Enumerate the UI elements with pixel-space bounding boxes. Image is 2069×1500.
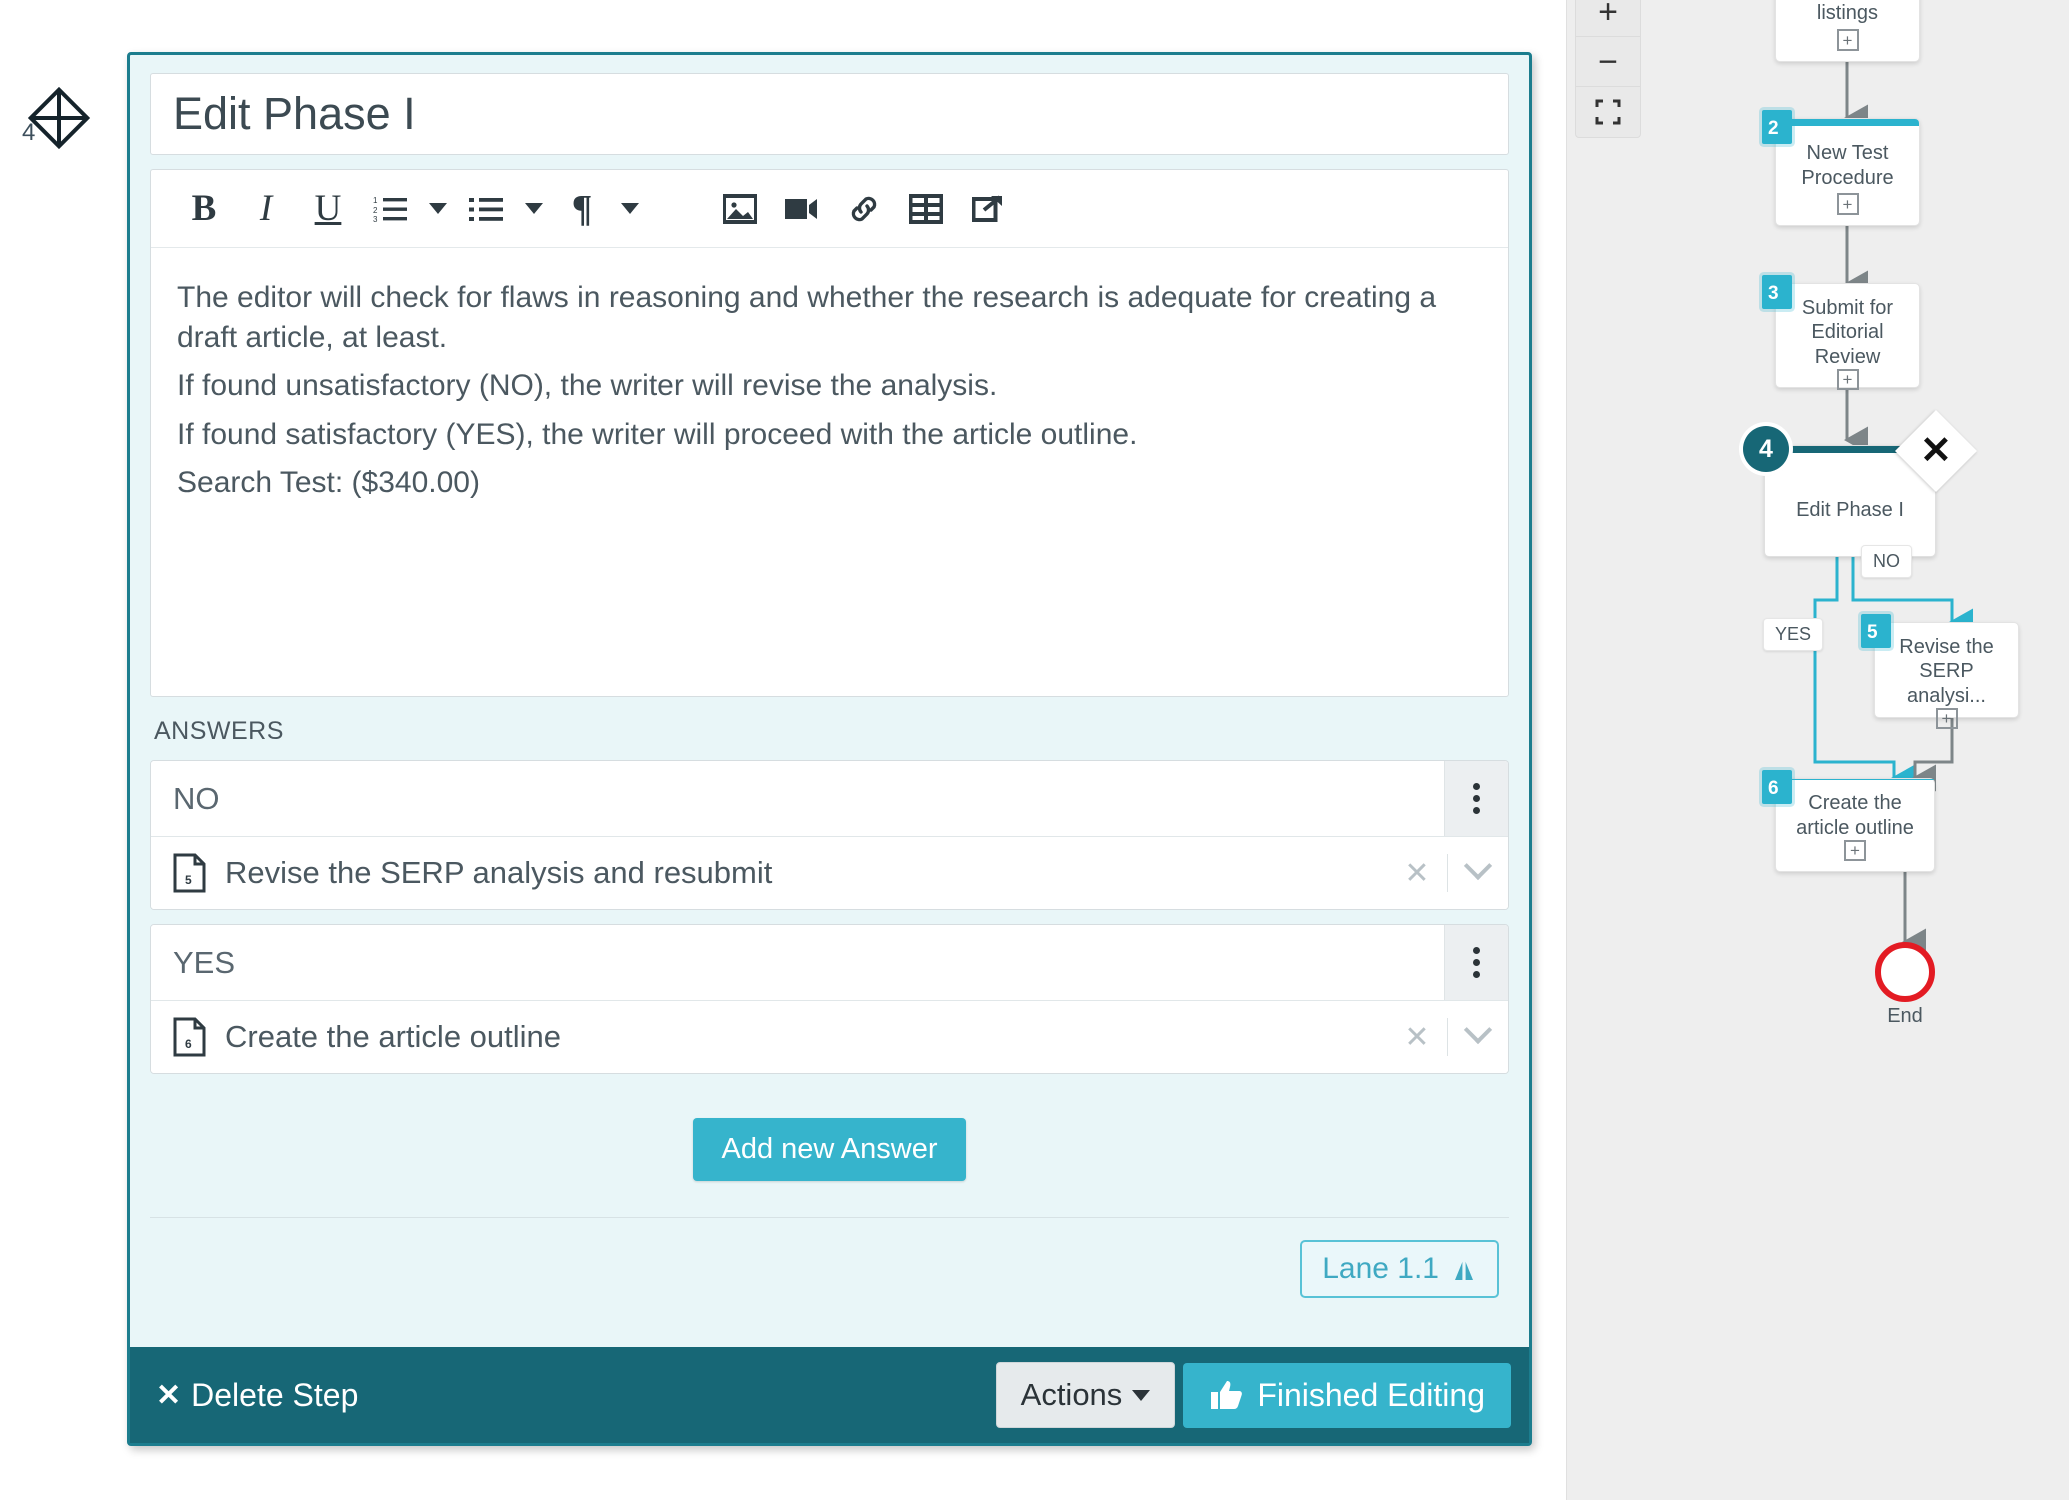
end-label: End <box>1887 1005 1923 1027</box>
step-edit-body: Edit Phase I B I U 1 2 3 ¶ The editor wi… <box>130 55 1529 1347</box>
plus-box-icon[interactable]: + <box>1836 29 1859 51</box>
flow-node-edit-phase-i[interactable]: 4 Edit Phase I ✕ <box>1743 409 1978 557</box>
lane-badge[interactable]: Lane 1.1 <box>1300 1240 1499 1298</box>
underline-icon[interactable]: U <box>297 179 359 239</box>
chevron-down-icon[interactable] <box>1448 1015 1508 1047</box>
flow-node-new-test-procedure[interactable]: 2 New Test Procedure + <box>1762 110 1920 226</box>
node-title: Edit Phase I <box>1796 499 1904 522</box>
ordered-list-caret-down-icon[interactable] <box>421 179 455 239</box>
step-editor-area: 4 Edit Phase I B I U 1 2 3 ¶ The editor … <box>0 0 1566 1500</box>
svg-text:6: 6 <box>185 1037 192 1051</box>
answer-target-label: Create the article outline <box>225 1019 562 1054</box>
node-title: 20 SERP listings <box>1816 1 1879 24</box>
flow-node-revise-serp-analysis[interactable]: 5 Revise the SERP analysi... + <box>1861 614 2019 730</box>
finished-editing-button[interactable]: Finished Editing <box>1183 1362 1511 1428</box>
chevron-down-icon[interactable] <box>1448 851 1508 883</box>
flowchart-panel: + − listings + 2 New Test Procedure + 3 … <box>1566 0 2069 1500</box>
svg-text:3: 3 <box>373 215 378 223</box>
description-line: The editor will check for flaws in reaso… <box>177 281 1437 354</box>
svg-text:2: 2 <box>373 206 378 215</box>
node-title: Revise the SERP analysi... <box>1899 636 1994 707</box>
node-title: Submit for Editorial Review <box>1801 297 1894 368</box>
app-root: 4 Edit Phase I B I U 1 2 3 ¶ The editor … <box>0 0 2069 1500</box>
answer-header: YES <box>151 925 1508 1001</box>
paragraph-format-caret-down-icon[interactable] <box>613 179 647 239</box>
answer-group: YES 6 Create the article outline ✕ <box>150 924 1509 1074</box>
thumbs-up-icon <box>1211 1381 1243 1409</box>
insert-video-icon[interactable] <box>771 179 833 239</box>
node-number-badge: 4 <box>1743 426 1789 472</box>
close-x-icon[interactable]: ✕ <box>1387 1020 1447 1055</box>
node-number-badge: 3 <box>1762 275 1792 309</box>
actions-dropdown-button[interactable]: Actions <box>995 1362 1176 1428</box>
paragraph-format-icon[interactable]: ¶ <box>551 179 613 239</box>
finished-editing-label: Finished Editing <box>1257 1376 1485 1413</box>
unordered-list-caret-down-icon[interactable] <box>517 179 551 239</box>
vertical-dots-icon <box>1473 783 1480 814</box>
plus-box-icon[interactable]: + <box>1836 193 1859 215</box>
lane-area: Lane 1.1 <box>150 1217 1509 1318</box>
node-number-badge: 5 <box>1861 614 1891 648</box>
rich-text-editor: B I U 1 2 3 ¶ The editor will check for … <box>150 169 1509 697</box>
answer-target-label: Revise the SERP analysis and resubmit <box>225 855 773 890</box>
insert-table-icon[interactable] <box>895 179 957 239</box>
step-document-icon: 5 <box>173 853 207 893</box>
close-x-icon: ✕ <box>156 1378 182 1412</box>
lane-marker-icon <box>1455 1258 1473 1280</box>
bold-icon[interactable]: B <box>173 179 235 239</box>
add-answer-wrapper: Add new Answer <box>150 1118 1509 1181</box>
add-new-answer-button[interactable]: Add new Answer <box>693 1118 966 1181</box>
flow-node-submit-for-editorial-review[interactable]: 3 Submit for Editorial Review + <box>1762 275 1920 391</box>
insert-image-icon[interactable] <box>709 179 771 239</box>
close-x-icon[interactable]: ✕ <box>1387 856 1447 891</box>
delete-step-button[interactable]: ✕ Delete Step <box>156 1377 358 1414</box>
step-number-label: 4 <box>22 119 36 146</box>
caret-down-icon <box>1132 1389 1151 1401</box>
delete-step-label: Delete Step <box>191 1376 359 1413</box>
node-title: New Test Procedure <box>1801 142 1894 189</box>
unordered-list-icon[interactable] <box>455 179 517 239</box>
plus-box-icon[interactable]: + <box>1935 708 1958 730</box>
plus-box-icon[interactable]: + <box>1844 840 1866 861</box>
description-line: If found satisfactory (YES), the writer … <box>177 417 1138 451</box>
flow-node-20-serp-listings[interactable]: 20 SERP listings + <box>1775 0 1920 62</box>
branch-label-no: NO <box>1861 545 1912 578</box>
answer-menu-button[interactable] <box>1444 925 1508 1000</box>
step-edit-panel: Edit Phase I B I U 1 2 3 ¶ The editor wi… <box>127 52 1532 1446</box>
branch-label-yes: YES <box>1763 618 1824 651</box>
node-accent-bar <box>1776 119 1919 126</box>
step-document-icon: 6 <box>173 1017 207 1057</box>
insert-link-icon[interactable] <box>833 179 895 239</box>
step-title-input[interactable]: Edit Phase I <box>150 73 1509 155</box>
answer-label-input[interactable]: NO <box>151 761 1444 836</box>
editor-toolbar: B I U 1 2 3 ¶ <box>151 170 1508 248</box>
actions-label: Actions <box>1020 1377 1123 1412</box>
italic-icon[interactable]: I <box>235 179 297 239</box>
vertical-dots-icon <box>1473 947 1480 978</box>
step-move-handle[interactable]: 4 <box>22 85 92 151</box>
flow-node-create-article-outline[interactable]: 6 Create the article outline + <box>1762 770 1935 872</box>
answers-section-label: ANSWERS <box>154 717 284 745</box>
description-line: Search Test: ($340.00) <box>177 466 480 500</box>
answer-label-input[interactable]: YES <box>151 925 1444 1000</box>
svg-text:5: 5 <box>185 873 192 887</box>
svg-text:1: 1 <box>373 196 378 205</box>
node-number-badge: 2 <box>1762 110 1792 144</box>
node-title: Create the article outline <box>1796 792 1914 839</box>
move-diamond-icon <box>27 86 91 150</box>
answer-group: NO 5 Revise the SERP analysis and resubm… <box>150 760 1509 910</box>
answer-target-row: 6 Create the article outline ✕ <box>151 1001 1508 1073</box>
end-circle-icon <box>1875 942 1935 1002</box>
node-number-badge: 6 <box>1762 770 1792 804</box>
step-description-content[interactable]: The editor will check for flaws in reaso… <box>151 248 1508 696</box>
lane-label: Lane 1.1 <box>1322 1252 1439 1285</box>
description-line: If found unsatisfactory (NO), the writer… <box>177 369 998 403</box>
plus-box-icon[interactable]: + <box>1836 369 1859 391</box>
answer-menu-button[interactable] <box>1444 761 1508 836</box>
answer-target-row: 5 Revise the SERP analysis and resubmit … <box>151 837 1508 909</box>
answer-header: NO <box>151 761 1508 837</box>
step-editor-footer: ✕ Delete Step Actions Finished Editing <box>130 1347 1529 1443</box>
open-external-icon[interactable] <box>957 179 1019 239</box>
ordered-list-icon[interactable]: 1 2 3 <box>359 179 421 239</box>
